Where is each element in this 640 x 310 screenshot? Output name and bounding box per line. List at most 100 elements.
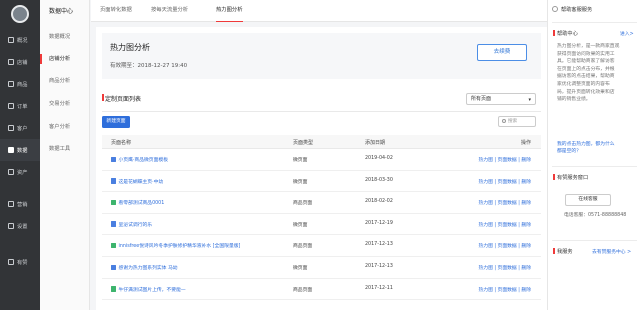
service-window-heading: 有赞服务窗口 — [552, 174, 589, 181]
help-center-link[interactable]: 进入> — [620, 30, 634, 37]
divider — [552, 240, 637, 241]
subnav-item-goods-analysis[interactable]: 商品分析 — [40, 72, 90, 90]
added-date: 2019-04-02 — [365, 156, 393, 161]
page-name-link[interactable]: 感谢为热力图系列实体 马幼 — [111, 264, 281, 271]
expiry-text: 有效期至：2018-12-27 19:40 — [110, 63, 188, 69]
page-type: 商品页面 — [293, 287, 313, 293]
row-actions[interactable]: 热力图 | 页面数据 | 删除 — [478, 178, 531, 185]
sub-navigation: 数据中心 数据概况 店铺分析 商品分析 交易分析 客户分析 数据工具 — [40, 0, 90, 310]
tab-page-conversion[interactable]: 页面转化数据 — [100, 0, 132, 22]
service-center-link[interactable]: 去有赞服务中心 > — [592, 248, 631, 255]
sidebar-item-settings[interactable]: 设置 — [0, 215, 40, 237]
tab-daily-traffic[interactable]: 按每天流量分析 — [151, 0, 188, 22]
sidebar-item-data[interactable]: 数据 — [0, 139, 40, 161]
new-page-button[interactable]: 新建页面 — [102, 116, 130, 128]
subnav-item-trade-analysis[interactable]: 交易分析 — [40, 95, 90, 113]
page-name-text: 看零部测试商品0001 — [118, 201, 165, 207]
page-name-text: 呈泌试调行的乐 — [118, 222, 153, 228]
help-line: 家优化调整页面的内容布 — [557, 81, 610, 87]
renew-button[interactable]: 去续费 — [477, 44, 527, 61]
row-actions[interactable]: 热力图 | 页面数据 | 删除 — [478, 286, 531, 293]
sidebar-item-asset[interactable]: 资产 — [0, 161, 40, 183]
faq-line: 我的点击热力图，都为什么 — [557, 142, 615, 147]
divider — [552, 166, 637, 167]
table-header: 页面名称 页面类型 添加日期 操作 — [102, 135, 541, 149]
youzan-icon — [8, 259, 14, 265]
subnav-title: 数据中心 — [49, 8, 74, 15]
page-type: 微页面 — [293, 266, 308, 271]
search-input[interactable]: 搜索 — [498, 116, 536, 127]
page-doc-icon — [111, 286, 116, 292]
sidebar-item-store[interactable]: 店铺 — [0, 51, 40, 73]
customer-icon — [8, 125, 14, 131]
faq-link[interactable]: 我的点击热力图，都为什么 都是空的？ — [557, 141, 633, 155]
list-title: 定制页面列表 — [101, 94, 142, 103]
subnav-item-overview[interactable]: 数据概况 — [40, 28, 90, 46]
online-service-button[interactable]: 在线客服 — [565, 194, 611, 206]
row-actions[interactable]: 热力图 | 页面数据 | 删除 — [478, 156, 531, 163]
sidebar-item-label: 资产 — [17, 169, 28, 176]
table-row: 呈泌试调行的乐 微页面 2017-12-19 热力图 | 页面数据 | 删除 — [102, 214, 541, 236]
page-name-link[interactable]: innisfree悦诗风吟冬季护肤修护精华液补水 [全国限量版] — [111, 242, 281, 249]
added-date: 2018-02-02 — [365, 199, 393, 205]
row-actions[interactable]: 热力图 | 页面数据 | 删除 — [478, 221, 531, 228]
page-filter-select[interactable]: 所有页面 ▾ — [466, 93, 536, 105]
sidebar-item-label: 客户 — [17, 125, 28, 132]
order-icon — [8, 103, 14, 109]
page-type: 微页面 — [293, 222, 308, 228]
main-sidebar: 概况 店铺 商品 订单 客户 数据 资产 营销 设置 有赞 — [0, 0, 40, 310]
page-name-link[interactable]: 呈泌试调行的乐 — [111, 221, 281, 228]
asset-icon — [8, 169, 14, 175]
added-date: 2017-12-13 — [365, 264, 393, 269]
page-type: 微页面 — [293, 158, 308, 163]
table-row: 看零部测试商品0001 商品页面 2018-02-02 热力图 | 页面数据 | 删除 — [102, 192, 541, 214]
sidebar-item-overview[interactable]: 概况 — [0, 29, 40, 51]
page-doc-icon — [111, 264, 116, 270]
row-actions[interactable]: 热力图 | 页面数据 | 删除 — [478, 199, 531, 206]
divider — [552, 22, 637, 23]
page-name-text: 牛仔满测试图片上传，不要能— — [118, 287, 186, 293]
row-actions[interactable]: 热力图 | 页面数据 | 删除 — [478, 242, 531, 249]
page-name-link[interactable]: 小页鹰·商品微页面模板 — [111, 156, 281, 163]
added-date: 2017-12-13 — [365, 242, 393, 248]
column-header-date: 添加日期 — [365, 140, 386, 146]
tab-heatmap[interactable]: 热力图分析 — [216, 0, 243, 22]
sidebar-item-label: 有赞 — [17, 259, 28, 266]
help-description: 热力图分析，是一款商家直观 获得页面访问效果的实用工 具。它能帮助商家了解访客 … — [557, 43, 633, 104]
sidebar-item-youzan[interactable]: 有赞 — [0, 251, 40, 273]
help-line: 在页面上的点击分布，并根 — [557, 66, 615, 72]
sidebar-item-order[interactable]: 订单 — [0, 95, 40, 117]
subnav-item-data-tools[interactable]: 数据工具 — [40, 140, 90, 158]
added-date: 2017-12-19 — [365, 220, 393, 226]
page-doc-icon — [111, 156, 116, 162]
column-header-type: 页面类型 — [293, 140, 314, 146]
goods-icon — [8, 81, 14, 87]
subnav-item-customer-analysis[interactable]: 客户分析 — [40, 118, 90, 136]
overview-icon — [8, 37, 14, 43]
page-doc-icon — [111, 221, 116, 227]
help-center-heading: 帮助中心 — [553, 30, 578, 37]
sidebar-item-label: 店铺 — [17, 59, 28, 66]
sidebar-item-marketing[interactable]: 营销 — [0, 193, 40, 215]
sidebar-item-goods[interactable]: 商品 — [0, 73, 40, 95]
sidebar-item-label: 订单 — [17, 103, 28, 110]
row-actions[interactable]: 热力图 | 页面数据 | 删除 — [478, 264, 531, 271]
column-header-name: 页面名称 — [111, 140, 132, 146]
page-name-text: 这是花蝴蝶主页·中幼 — [118, 179, 164, 185]
page-type: 商品页面 — [293, 244, 313, 250]
help-line: 局，提升页面转化效果和店 — [557, 89, 615, 95]
page-name-link[interactable]: 看零部测试商品0001 — [111, 199, 281, 206]
page-doc-icon — [111, 178, 116, 184]
subnav-item-store-analysis[interactable]: 店铺分析 — [40, 50, 90, 68]
page-name-link[interactable]: 牛仔满测试图片上传，不要能— — [111, 286, 281, 293]
avatar[interactable] — [11, 5, 29, 23]
table-row: innisfree悦诗风吟冬季护肤修护精华液补水 [全国限量版] 商品页面 2017… — [102, 235, 541, 257]
added-date: 2018-03-30 — [365, 177, 393, 183]
sidebar-item-label: 营销 — [17, 201, 28, 208]
sidebar-item-customer[interactable]: 客户 — [0, 117, 40, 139]
marketing-icon — [8, 201, 14, 207]
page-name-link[interactable]: 这是花蝴蝶主页·中幼 — [111, 178, 281, 185]
sidebar-item-label: 数据 — [17, 147, 28, 154]
sidebar-item-label: 商品 — [17, 81, 28, 88]
table-row: 感谢为热力图系列实体 马幼 微页面 2017-12-13 热力图 | 页面数据 | 删… — [102, 257, 541, 279]
